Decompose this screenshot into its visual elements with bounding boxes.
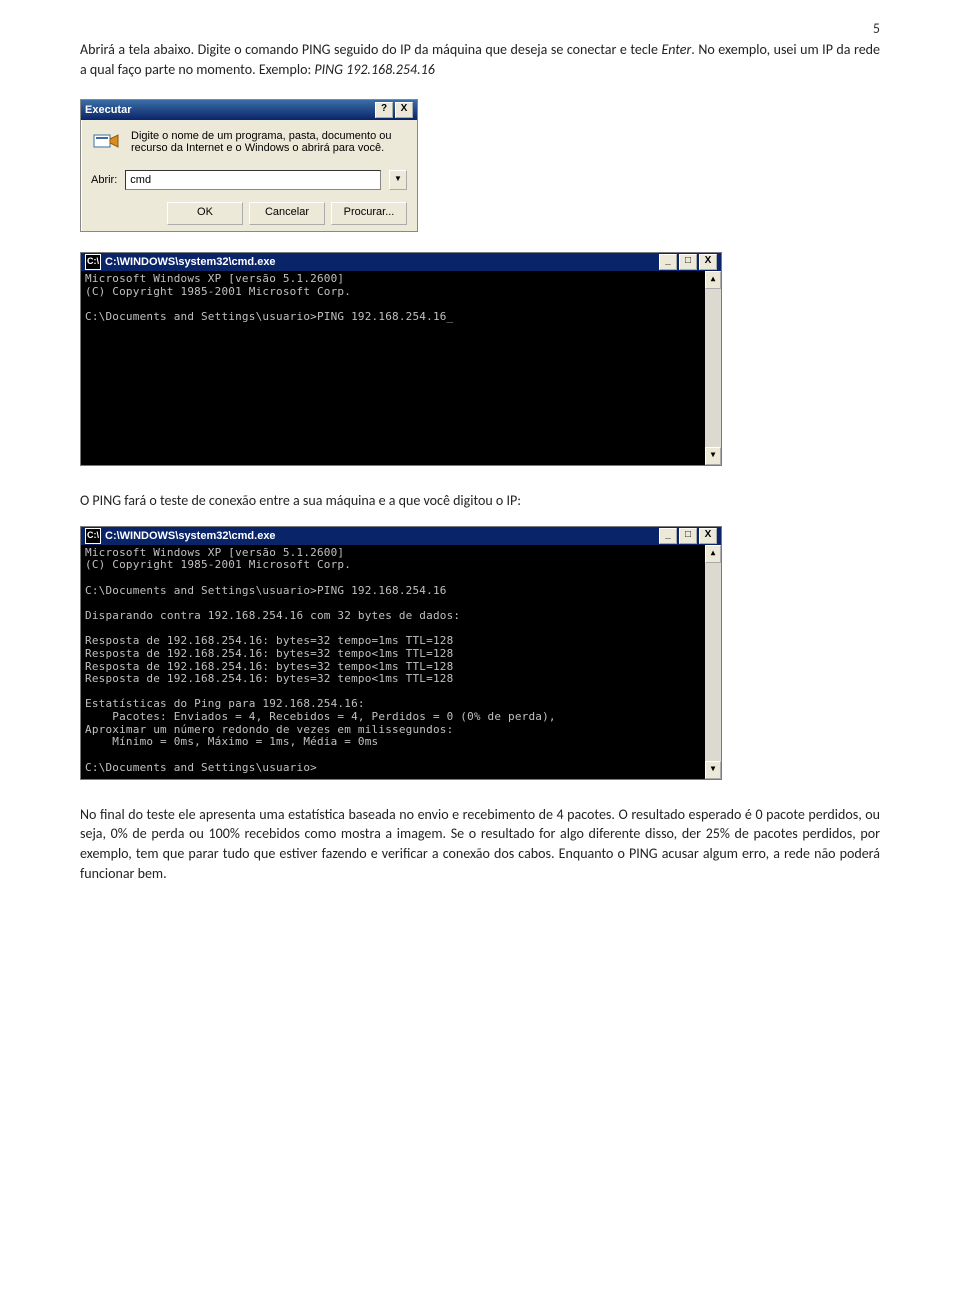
cmd2-scrollbar[interactable]: ▲ ▼ <box>705 545 721 779</box>
scroll-track[interactable] <box>705 563 721 761</box>
run-dialog-icon <box>91 130 121 156</box>
run-dialog: Executar ? X Digite o nome de um program… <box>80 99 418 232</box>
scroll-down-button[interactable]: ▼ <box>705 447 721 465</box>
run-dialog-title: Executar <box>85 104 131 116</box>
open-input[interactable] <box>125 170 381 190</box>
run-dialog-titlebar: Executar ? X <box>81 100 417 120</box>
scroll-up-button[interactable]: ▲ <box>705 271 721 289</box>
cmd2-title: C:\WINDOWS\system32\cmd.exe <box>105 530 276 542</box>
cmd-window-2: C:\ C:\WINDOWS\system32\cmd.exe _ □ X Mi… <box>80 526 722 780</box>
cmd1-titlebar: C:\ C:\WINDOWS\system32\cmd.exe _ □ X <box>81 253 721 271</box>
paragraph-middle: O PING fará o teste de conexão entre a s… <box>80 491 880 511</box>
cancel-button[interactable]: Cancelar <box>249 202 325 225</box>
close-button[interactable]: X <box>699 254 717 270</box>
ok-button[interactable]: OK <box>167 202 243 225</box>
cmd-icon: C:\ <box>85 528 101 544</box>
scroll-up-button[interactable]: ▲ <box>705 545 721 563</box>
close-button[interactable]: X <box>699 528 717 544</box>
scroll-track[interactable] <box>705 289 721 447</box>
para1-enter: Enter <box>661 41 691 58</box>
open-label: Abrir: <box>91 174 117 186</box>
cmd2-titlebar: C:\ C:\WINDOWS\system32\cmd.exe _ □ X <box>81 527 721 545</box>
maximize-button[interactable]: □ <box>679 254 697 270</box>
cmd-window-1: C:\ C:\WINDOWS\system32\cmd.exe _ □ X Mi… <box>80 252 722 466</box>
cmd1-title: C:\WINDOWS\system32\cmd.exe <box>105 256 276 268</box>
cmd-icon: C:\ <box>85 254 101 270</box>
page-number: 5 <box>873 20 880 37</box>
para1-cmd: PING 192.168.254.16 <box>314 61 434 78</box>
minimize-button[interactable]: _ <box>659 528 677 544</box>
help-button[interactable]: ? <box>375 102 393 118</box>
paragraph-final: No final do teste ele apresenta uma esta… <box>80 805 880 883</box>
minimize-button[interactable]: _ <box>659 254 677 270</box>
cmd1-output: Microsoft Windows XP [versão 5.1.2600] (… <box>81 271 705 465</box>
paragraph-intro: Abrirá a tela abaixo. Digite o comando P… <box>80 40 880 79</box>
cmd2-output: Microsoft Windows XP [versão 5.1.2600] (… <box>81 545 705 779</box>
run-dialog-description: Digite o nome de um programa, pasta, doc… <box>131 130 407 154</box>
maximize-button[interactable]: □ <box>679 528 697 544</box>
open-dropdown-button[interactable]: ▼ <box>389 170 407 190</box>
cmd1-scrollbar[interactable]: ▲ ▼ <box>705 271 721 465</box>
scroll-down-button[interactable]: ▼ <box>705 761 721 779</box>
para1-text-a: Abrirá a tela abaixo. Digite o comando P… <box>80 41 661 58</box>
browse-button[interactable]: Procurar... <box>331 202 407 225</box>
close-button[interactable]: X <box>395 102 413 118</box>
